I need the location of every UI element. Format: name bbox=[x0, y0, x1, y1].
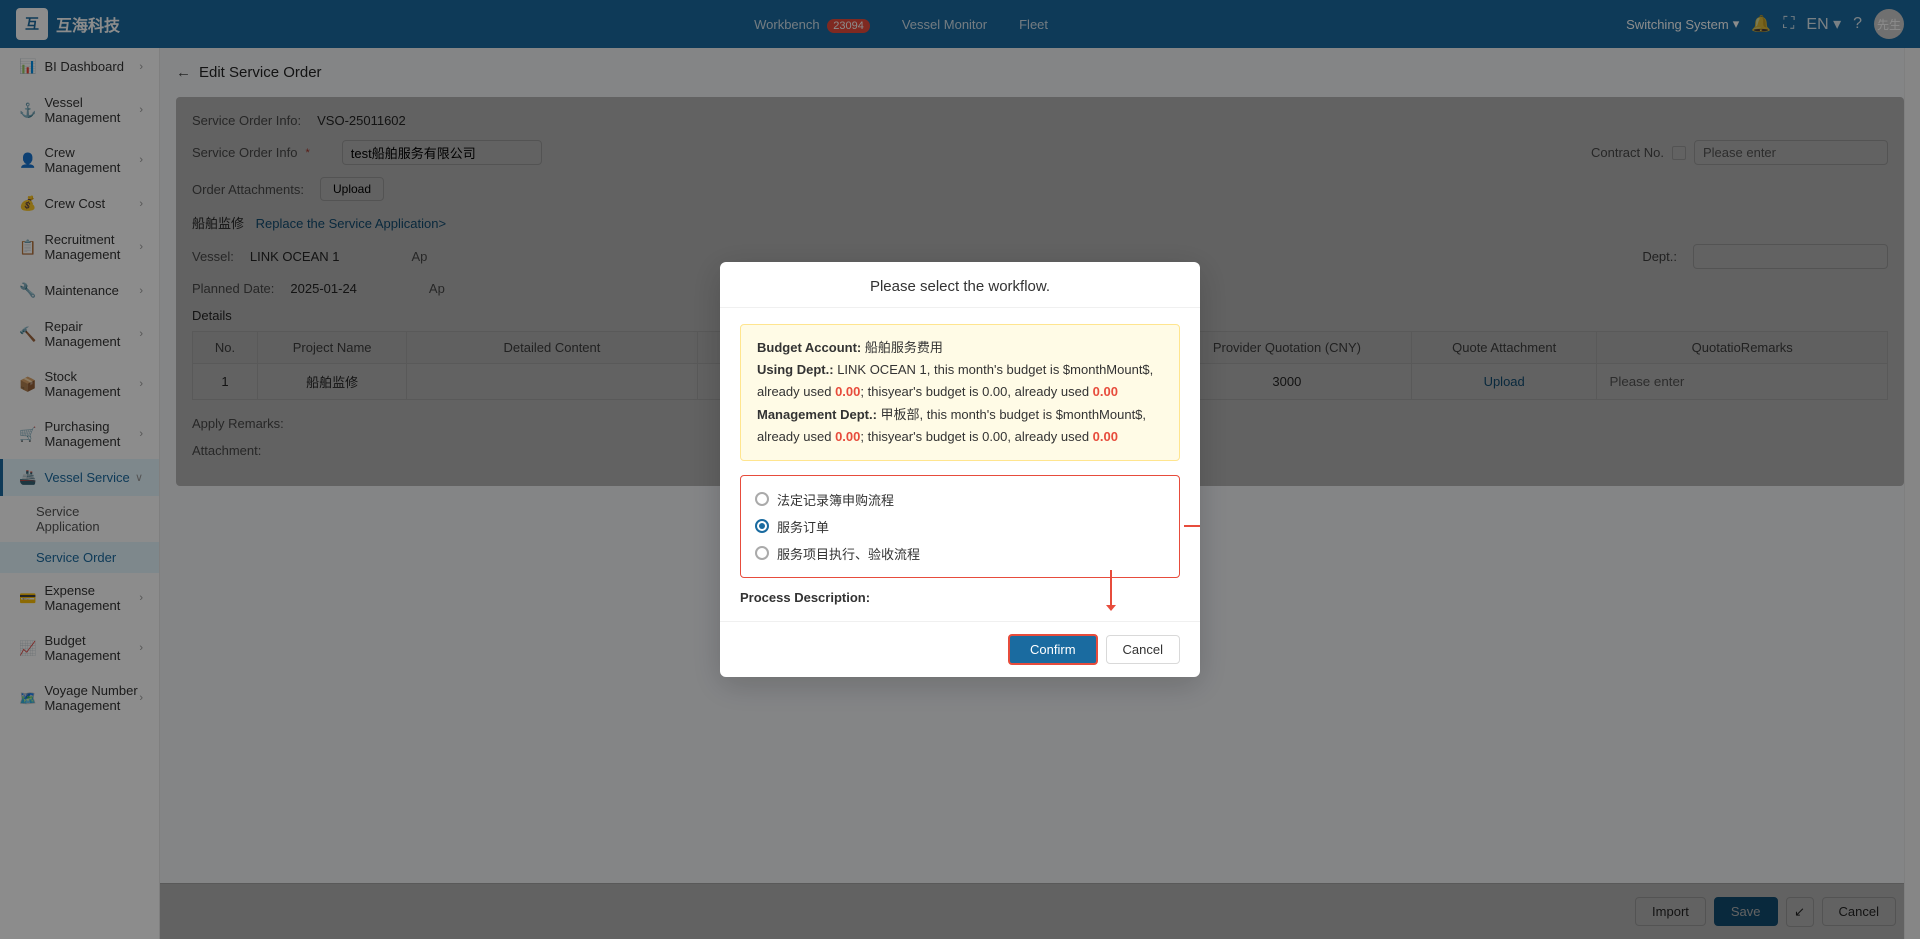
modal-footer-container: Confirm Cancel bbox=[720, 621, 1200, 677]
workflow-options-box: 法定记录簿申购流程 服务订单 服务项目执行、验收流程 bbox=[740, 475, 1180, 578]
mgmt-dept-zero2: 0.00 bbox=[1093, 429, 1118, 444]
arrow-line bbox=[1184, 525, 1200, 527]
option2-label: 服务订单 bbox=[777, 517, 829, 536]
modal-title: Please select the workflow. bbox=[720, 262, 1200, 308]
workflow-option-1[interactable]: 法定记录簿申购流程 bbox=[755, 486, 1165, 513]
confirm-annotation bbox=[1110, 566, 1112, 606]
process-description: Process Description: bbox=[740, 590, 1180, 605]
modal-overlay: Please select the workflow. Budget Accou… bbox=[0, 0, 1920, 939]
workflow-modal: Please select the workflow. Budget Accou… bbox=[720, 262, 1200, 676]
workflow-options-wrapper: 法定记录簿申购流程 服务订单 服务项目执行、验收流程 bbox=[740, 475, 1180, 578]
using-dept-row: Using Dept.: LINK OCEAN 1, this month's … bbox=[757, 359, 1163, 403]
option3-label: 服务项目执行、验收流程 bbox=[777, 544, 920, 563]
radio-option3[interactable] bbox=[755, 546, 769, 560]
budget-account-value: 船舶服务费用 bbox=[865, 340, 943, 355]
confirm-arrow-shaft bbox=[1110, 570, 1112, 606]
using-dept-label: Using Dept.: bbox=[757, 362, 834, 377]
modal-cancel-button[interactable]: Cancel bbox=[1106, 635, 1180, 664]
budget-info-box: Budget Account: 船舶服务费用 Using Dept.: LINK… bbox=[740, 324, 1180, 460]
budget-account-label: Budget Account: bbox=[757, 340, 861, 355]
workflow-option-2[interactable]: 服务订单 bbox=[755, 513, 1165, 540]
radio-option1[interactable] bbox=[755, 492, 769, 506]
mgmt-dept-label: Management Dept.: bbox=[757, 407, 877, 422]
mgmt-dept-text2: ; thisyear's budget is 0.00, already use… bbox=[860, 429, 1092, 444]
radio-option2[interactable] bbox=[755, 519, 769, 533]
using-dept-zero1: 0.00 bbox=[835, 384, 860, 399]
mgmt-dept-zero1: 0.00 bbox=[835, 429, 860, 444]
process-desc-label: Process Description: bbox=[740, 590, 870, 605]
modal-footer: Confirm Cancel bbox=[720, 621, 1200, 677]
confirm-arrow-tip bbox=[1106, 605, 1116, 611]
budget-account-row: Budget Account: 船舶服务费用 bbox=[757, 337, 1163, 359]
using-dept-text2: ; thisyear's budget is 0.00, already use… bbox=[860, 384, 1092, 399]
workflow-option-3[interactable]: 服务项目执行、验收流程 bbox=[755, 540, 1165, 567]
using-dept-zero2: 0.00 bbox=[1093, 384, 1118, 399]
modal-body: Budget Account: 船舶服务费用 Using Dept.: LINK… bbox=[720, 308, 1200, 620]
option1-label: 法定记录簿申购流程 bbox=[777, 490, 894, 509]
annotation-arrow-area: 7.After selecting the workflow, click "C… bbox=[1184, 519, 1200, 533]
confirm-button[interactable]: Confirm bbox=[1008, 634, 1098, 665]
mgmt-dept-row: Management Dept.: 甲板部, this month's budg… bbox=[757, 404, 1163, 448]
